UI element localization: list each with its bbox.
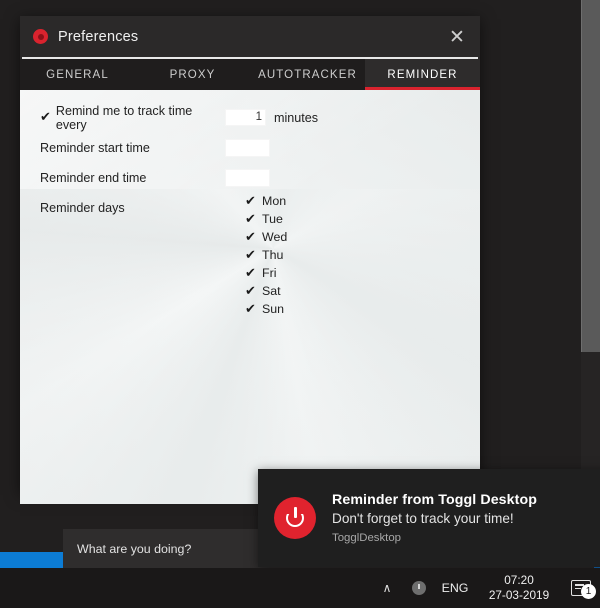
window-title: Preferences [58,28,139,45]
reminder-days-label: Reminder days [40,200,125,215]
day-label: Wed [262,230,288,244]
reminder-panel: ✔ Remind me to track time every 1 minute… [20,90,480,504]
clock-time: 07:20 [504,573,534,587]
language-indicator[interactable]: ENG [434,581,476,595]
checkmark-icon: ✔ [245,211,256,227]
checkmark-icon: ✔ [245,301,256,317]
end-time-label: Reminder end time [40,170,147,185]
day-checkbox-wed[interactable]: ✔ Wed [245,228,287,246]
day-checkbox-sat[interactable]: ✔ Sat [245,282,287,300]
screen: Preferences ✕ GENERAL PROXY AUTOTRACKER … [0,0,600,608]
window-titlebar[interactable]: Preferences ✕ [20,16,480,57]
minutes-unit-label: minutes [274,110,319,125]
day-label: Tue [262,212,283,226]
toast-title: Reminder from Toggl Desktop [332,492,538,508]
reminder-days-list: ✔ Mon ✔ Tue ✔ Wed ✔ Thu ✔ Fri ✔ Sat ✔ Su… [245,192,287,318]
minutes-input[interactable]: 1 [225,109,266,126]
start-time-input[interactable] [225,138,270,157]
remind-me-label: Remind me to track time every [55,103,193,132]
remind-me-checkbox[interactable]: ✔ Remind me to track time every [40,104,225,132]
clock[interactable]: 07:20 27-03-2019 [476,573,562,603]
day-checkbox-mon[interactable]: ✔ Mon [245,192,287,210]
tabbar: GENERAL PROXY AUTOTRACKER REMINDER [20,59,480,90]
day-label: Thu [262,248,284,262]
chevron-up-icon[interactable]: ∧ [370,581,404,595]
checkmark-icon: ✔ [245,193,256,209]
tab-general[interactable]: GENERAL [20,59,135,90]
day-checkbox-tue[interactable]: ✔ Tue [245,210,287,228]
day-checkbox-sun[interactable]: ✔ Sun [245,300,287,318]
desktop-scrollbar[interactable] [581,0,600,352]
day-label: Sat [262,284,281,298]
notification-toast[interactable]: Reminder from Toggl Desktop Don't forget… [258,469,600,567]
power-tray-icon[interactable] [404,581,434,595]
day-label: Sun [262,302,285,316]
end-time-input[interactable] [225,168,270,187]
clock-date: 27-03-2019 [488,588,550,602]
checkmark-icon: ✔ [245,247,256,263]
toggl-logo-icon [33,29,48,44]
day-label: Mon [262,194,287,208]
remind-every-row: ✔ Remind me to track time every 1 minute… [40,104,480,132]
toast-text-block: Reminder from Toggl Desktop Don't forget… [332,492,537,544]
toggl-power-icon [274,497,316,539]
start-time-label: Reminder start time [40,140,150,155]
windows-taskbar: ∧ ENG 07:20 27-03-2019 1 [0,568,600,608]
toast-body: Don't forget to track your time! [332,511,514,526]
start-time-row: Reminder start time [40,136,480,159]
preferences-window: Preferences ✕ GENERAL PROXY AUTOTRACKER … [20,16,480,504]
close-icon[interactable]: ✕ [442,23,472,51]
day-checkbox-thu[interactable]: ✔ Thu [245,246,287,264]
tab-reminder[interactable]: REMINDER [365,59,480,90]
day-checkbox-fri[interactable]: ✔ Fri [245,264,287,282]
toast-app-name: TogglDesktop [332,532,402,544]
tab-autotracker[interactable]: AUTOTRACKER [250,59,365,90]
description-input[interactable]: What are you doing? [77,542,191,556]
day-label: Fri [262,266,277,280]
checkmark-icon: ✔ [245,265,256,281]
system-tray: ∧ ENG 07:20 27-03-2019 1 [370,573,600,603]
checkmark-icon: ✔ [245,229,256,245]
end-time-row: Reminder end time [40,166,480,189]
checkmark-icon: ✔ [245,283,256,299]
tab-proxy[interactable]: PROXY [135,59,250,90]
checkmark-icon: ✔ [40,110,51,125]
notification-badge: 1 [581,584,596,599]
notification-icon[interactable]: 1 [562,580,600,599]
